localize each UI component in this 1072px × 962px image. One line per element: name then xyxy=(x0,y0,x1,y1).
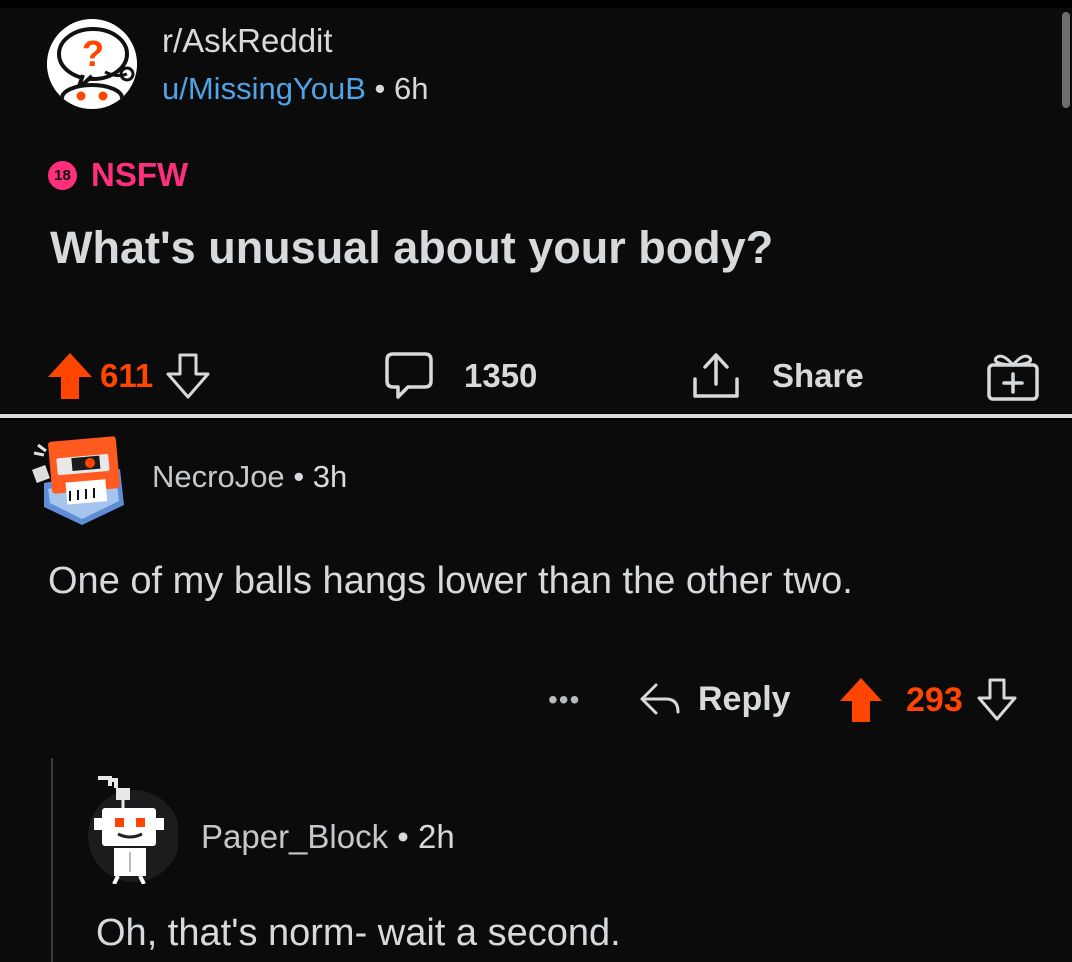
speech-bubble-icon xyxy=(385,352,433,399)
upvote-arrow-icon[interactable] xyxy=(46,351,94,401)
post-divider xyxy=(0,414,1072,418)
subreddit-name[interactable]: r/AskReddit xyxy=(162,22,333,60)
post-score: 611 xyxy=(100,357,154,394)
svg-text:?: ? xyxy=(82,33,104,74)
reply-author[interactable]: Paper_Block xyxy=(201,818,388,855)
reply-author-avatar[interactable] xyxy=(84,772,180,885)
top-edge xyxy=(0,0,1072,8)
meta-separator: • xyxy=(374,71,386,106)
upvote-arrow-icon[interactable] xyxy=(838,676,884,724)
share-label: Share xyxy=(772,357,864,394)
nsfw-tag: 18 NSFW xyxy=(48,155,188,195)
reply-button[interactable]: Reply xyxy=(638,674,791,724)
reply-age: 2h xyxy=(418,818,455,855)
post-vote-bar: 611 xyxy=(46,350,211,402)
post-meta: u/MissingYouB • 6h xyxy=(162,71,429,107)
more-options-button[interactable]: ••• xyxy=(548,684,580,716)
meta-separator: • xyxy=(397,818,409,855)
comment-author[interactable]: NecroJoe xyxy=(152,459,285,494)
comment-score: 293 xyxy=(906,680,963,719)
robot-snoo-avatar-icon xyxy=(32,436,124,525)
reply-meta: Paper_Block • 2h xyxy=(201,818,455,856)
post-title[interactable]: What's unusual about your body? xyxy=(50,222,773,274)
scrollbar[interactable] xyxy=(1062,12,1070,108)
comment-meta: NecroJoe • 3h xyxy=(152,459,347,495)
comment-author-avatar[interactable] xyxy=(30,431,128,527)
reply-arrow-icon xyxy=(640,683,680,715)
comment-count: 1350 xyxy=(464,357,538,394)
comment-age: 3h xyxy=(312,459,348,494)
award-button[interactable] xyxy=(984,350,1042,402)
reply-label: Reply xyxy=(698,679,791,718)
nsfw-age-badge: 18 xyxy=(48,160,77,190)
thread-line[interactable] xyxy=(51,758,53,962)
gift-award-icon xyxy=(987,354,1039,401)
downvote-arrow-icon[interactable] xyxy=(165,352,211,400)
nsfw-label: NSFW xyxy=(91,156,189,193)
askreddit-snoo-icon: ? xyxy=(47,19,137,109)
share-button[interactable]: Share xyxy=(690,350,864,402)
post-age: 6h xyxy=(394,71,429,106)
meta-separator: • xyxy=(293,459,305,494)
downvote-arrow-icon[interactable] xyxy=(975,677,1019,723)
share-upload-icon xyxy=(693,353,739,398)
paper-block-snoo-avatar-icon xyxy=(88,776,180,885)
comment-body: One of my balls hangs lower than the oth… xyxy=(48,560,853,602)
reply-body: Oh, that's norm- wait a second. xyxy=(96,912,621,954)
subreddit-avatar[interactable]: ? xyxy=(47,19,137,109)
comment-vote-bar: 293 xyxy=(838,674,1019,726)
post-author[interactable]: u/MissingYouB xyxy=(162,71,366,106)
comments-button[interactable]: 1350 xyxy=(384,350,537,402)
